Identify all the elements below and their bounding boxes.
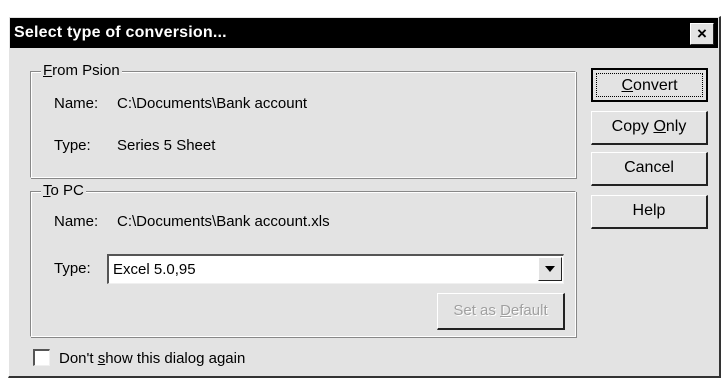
to-type-label: Type: <box>54 260 91 277</box>
type-select[interactable]: Excel 5.0,95 <box>107 254 564 284</box>
to-pc-legend: To PC <box>41 182 86 199</box>
conversion-dialog: Select type of conversion... × From Psio… <box>8 16 721 378</box>
from-type-label: Type: <box>54 137 91 154</box>
from-psion-legend: From Psion <box>41 62 122 79</box>
close-button[interactable]: × <box>690 23 714 45</box>
convert-button[interactable]: Convert <box>591 68 708 102</box>
cancel-button[interactable]: Cancel <box>591 152 708 186</box>
from-psion-group: From Psion <box>30 62 576 178</box>
close-icon: × <box>697 24 707 43</box>
help-button[interactable]: Help <box>591 195 708 229</box>
to-name-label: Name: <box>54 213 99 230</box>
title-bar: Select type of conversion... × <box>10 18 718 48</box>
copy-only-button[interactable]: Copy Only <box>591 111 708 145</box>
dropdown-arrow-icon[interactable] <box>538 257 562 281</box>
from-type-value: Series 5 Sheet <box>117 137 216 154</box>
to-name-value: C:\Documents\Bank account.xls <box>117 213 330 230</box>
set-as-default-button[interactable]: Set as Default <box>437 293 565 330</box>
type-select-value: Excel 5.0,95 <box>113 261 196 278</box>
dialog-title: Select type of conversion... <box>14 24 227 41</box>
from-name-label: Name: <box>54 95 99 112</box>
dont-show-label[interactable]: Don't show this dialog again <box>59 350 245 367</box>
from-name-value: C:\Documents\Bank account <box>117 95 308 112</box>
dont-show-checkbox[interactable] <box>33 349 50 366</box>
convert-focus-rect: Convert <box>596 73 703 97</box>
